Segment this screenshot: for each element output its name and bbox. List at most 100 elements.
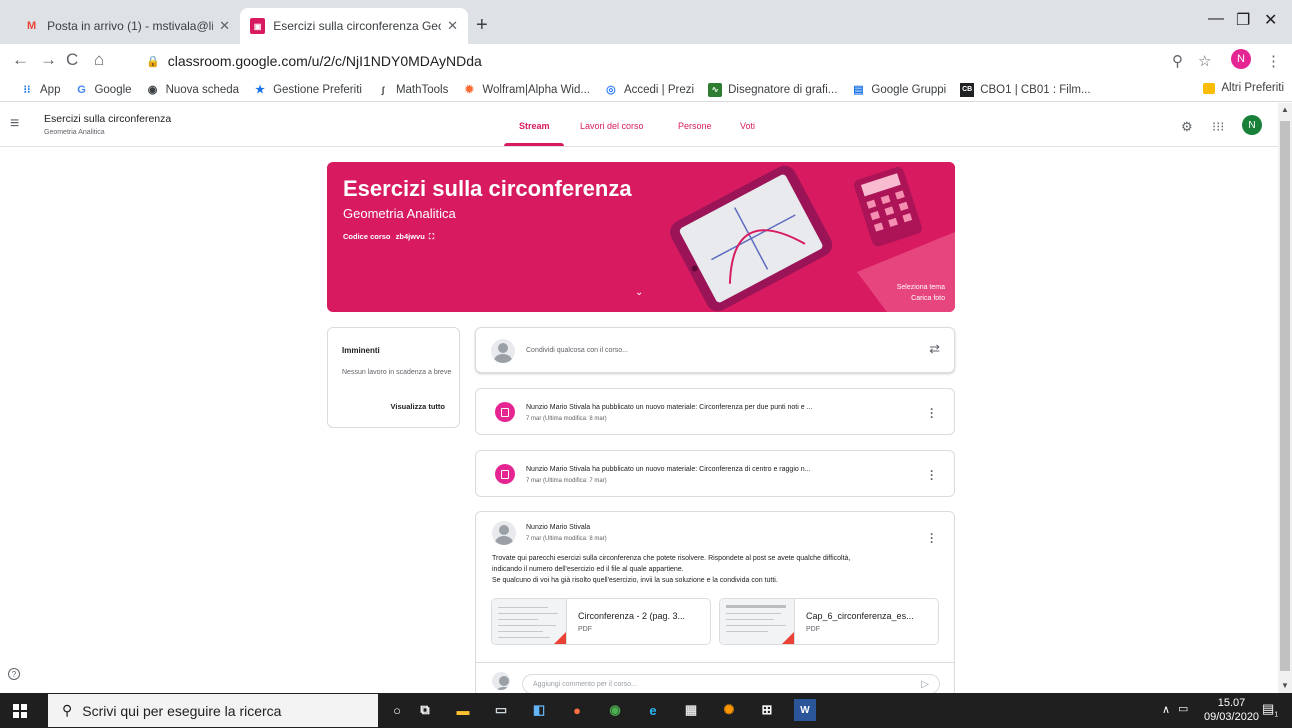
more-options-icon[interactable]: · · · — [930, 465, 934, 485]
back-icon[interactable]: ← — [12, 50, 29, 70]
tab-classroom[interactable]: ▣ Esercizi sulla circonferenza Geom ✕ — [240, 8, 468, 44]
bookmark-grapher[interactable]: ∿ Disegnatore di grafi... — [708, 82, 837, 97]
star-icon: ★ — [255, 84, 266, 96]
tab-stream[interactable]: Stream — [519, 121, 550, 131]
post-date: 7 mar (Ultima modifica: 8 mar) — [526, 536, 607, 542]
tray-chevron-icon[interactable]: ∧ — [1162, 703, 1170, 716]
close-icon[interactable]: ✕ — [219, 18, 230, 34]
stream-post[interactable]: Nunzio Mario Stivala ha pubblicato un nu… — [475, 388, 955, 435]
page-scrollbar[interactable]: ▲ ▼ — [1278, 103, 1292, 693]
globe-icon: ◉ — [147, 84, 158, 96]
home-icon[interactable]: ⌂ — [94, 50, 104, 70]
tab-gmail[interactable]: M Posta in arrivo (1) - mstivala@lice ✕ — [14, 8, 240, 44]
browser-tab-strip: M Posta in arrivo (1) - mstivala@lice ✕ … — [0, 0, 1292, 44]
bookmark-prezi[interactable]: ◎ Accedi | Prezi — [604, 83, 694, 97]
settings-gear-icon[interactable]: ⚙ — [1181, 119, 1193, 135]
course-title[interactable]: Esercizi sulla circonferenza — [44, 113, 171, 125]
bookmark-cb01[interactable]: CB CBO1 | CB01 : Film... — [960, 82, 1091, 97]
post-body-line: Se qualcuno di voi ha già risolto quell'… — [492, 577, 778, 584]
comment-input[interactable]: Aggiungi commento per il corso... ▷ — [522, 674, 940, 694]
tab-people[interactable]: Persone — [678, 121, 712, 131]
tab-classwork[interactable]: Lavori del corso — [580, 121, 644, 131]
new-tab-button[interactable]: + — [476, 14, 488, 37]
upcoming-empty-text: Nessun lavoro in scadenza a breve — [342, 369, 452, 376]
tab-grades[interactable]: Voti — [740, 121, 755, 131]
zoom-icon[interactable]: ⚲ — [1172, 52, 1183, 70]
course-code-value: zb4jwvu — [395, 232, 425, 241]
pdf-thumbnail-icon — [492, 599, 567, 644]
cortana-icon[interactable]: ○ — [386, 699, 408, 721]
taskbar-clock[interactable]: 15.07 09/03/2020 — [1204, 696, 1259, 724]
banner-subtitle: Geometria Analitica — [343, 206, 456, 221]
edge-icon[interactable]: e — [642, 699, 664, 721]
bookmark-label: Gestione Preferiti — [273, 83, 362, 96]
bookmark-apps[interactable]: ⁝⁝ App — [20, 83, 61, 97]
calculator-icon[interactable]: ▦ — [680, 699, 702, 721]
view-all-link[interactable]: Visualizza tutto — [391, 402, 445, 411]
reload-icon[interactable]: C — [66, 50, 78, 70]
attachment-name: Cap_6_circonferenza_es... — [806, 611, 914, 621]
material-icon — [495, 402, 515, 422]
bookmark-label: Wolfram|Alpha Wid... — [482, 83, 590, 96]
star-icon[interactable]: ☆ — [1198, 52, 1211, 70]
bookmark-manager[interactable]: ★ Gestione Preferiti — [253, 83, 362, 97]
bookmark-groups[interactable]: ▤ Google Gruppi — [851, 83, 946, 97]
more-options-icon[interactable]: · · · — [930, 528, 934, 548]
forward-icon[interactable]: → — [40, 50, 57, 70]
fullscreen-icon[interactable]: ⛶ — [429, 232, 434, 241]
course-code-label: Codice corso — [343, 232, 391, 241]
firefox-icon[interactable]: ● — [566, 699, 588, 721]
close-icon[interactable]: ✕ — [447, 18, 458, 34]
bookmark-new-tab[interactable]: ◉ Nuova scheda — [146, 83, 239, 97]
help-icon[interactable]: ? — [8, 668, 20, 680]
minimize-button[interactable]: — — [1208, 10, 1224, 28]
send-icon[interactable]: ▷ — [921, 679, 929, 690]
bookmark-google[interactable]: G Google — [74, 83, 131, 97]
classroom-icon: ▣ — [250, 18, 266, 34]
windows-start-icon[interactable] — [0, 693, 40, 728]
network-icon[interactable]: ▭ — [1178, 702, 1188, 715]
file-explorer-icon[interactable]: ▬ — [452, 699, 474, 721]
announcement-post: Nunzio Mario Stivala 7 mar (Ultima modif… — [475, 511, 955, 696]
bookmark-mathtools[interactable]: ∫ MathTools — [376, 83, 449, 97]
stream-post[interactable]: Nunzio Mario Stivala ha pubblicato un nu… — [475, 450, 955, 497]
attachment-pdf[interactable]: Circonferenza - 2 (pag. 3... PDF — [491, 598, 711, 645]
attachment-pdf[interactable]: Cap_6_circonferenza_es... PDF — [719, 598, 939, 645]
profile-avatar[interactable]: N — [1231, 49, 1251, 69]
task-view-icon[interactable]: ⧉ — [414, 699, 436, 721]
classroom-header: ≡ Esercizi sulla circonferenza Geometria… — [0, 103, 1278, 147]
upload-photo-link[interactable]: Carica foto — [897, 293, 945, 304]
share-box[interactable]: Condividi qualcosa con il corso... ⇄ — [475, 327, 955, 373]
app-icon[interactable]: ✺ — [718, 699, 740, 721]
taskbar-search[interactable]: ⚲ Scrivi qui per eseguire la ricerca — [48, 694, 378, 727]
word-icon[interactable]: W — [794, 699, 816, 721]
address-bar[interactable]: 🔒 classroom.google.com/u/2/c/NjI1NDY0MDA… — [146, 48, 1206, 74]
control-panel-icon[interactable]: ◧ — [528, 699, 550, 721]
bookmarks-bar: ⁝⁝ App G Google ◉ Nuova scheda ★ Gestion… — [0, 78, 1292, 102]
select-theme-link[interactable]: Seleziona tema — [897, 282, 945, 293]
store-icon[interactable]: ⊞ — [756, 699, 778, 721]
user-avatar[interactable]: N — [1242, 115, 1262, 135]
windows-taskbar: ⚲ Scrivi qui per eseguire la ricerca ○ ⧉… — [0, 693, 1292, 728]
scroll-up-arrow-icon[interactable]: ▲ — [1281, 105, 1289, 114]
chrome-icon[interactable]: ◉ — [604, 699, 626, 721]
chevron-down-icon[interactable]: ⌄ — [635, 287, 643, 298]
more-options-icon[interactable]: · · · — [930, 403, 934, 423]
banner-actions: Seleziona tema Carica foto — [897, 282, 945, 304]
share-input[interactable]: Condividi qualcosa con il corso... — [526, 347, 628, 354]
window-close-button[interactable]: ✕ — [1264, 10, 1277, 30]
repost-icon[interactable]: ⇄ — [929, 341, 940, 357]
apps-grid-icon[interactable]: ⁝⁝⁝ — [1212, 119, 1224, 135]
terminal-icon[interactable]: ▭ — [490, 699, 512, 721]
attachment-type: PDF — [578, 626, 592, 633]
scroll-down-arrow-icon[interactable]: ▼ — [1281, 681, 1289, 690]
scroll-thumb[interactable] — [1280, 121, 1290, 671]
bookmark-wolfram[interactable]: ✹ Wolfram|Alpha Wid... — [462, 83, 590, 97]
bookmark-other[interactable]: Altri Preferiti — [1203, 82, 1284, 94]
post-body: Trovate qui parecchi esercizi sulla circ… — [492, 553, 942, 586]
menu-icon[interactable]: ⋮ — [1266, 52, 1281, 70]
restore-button[interactable]: ❐ — [1236, 10, 1250, 30]
notification-icon[interactable]: ▤1 — [1262, 701, 1278, 719]
hamburger-menu-icon[interactable]: ≡ — [10, 115, 19, 133]
bookmark-label: Google Gruppi — [871, 83, 947, 96]
